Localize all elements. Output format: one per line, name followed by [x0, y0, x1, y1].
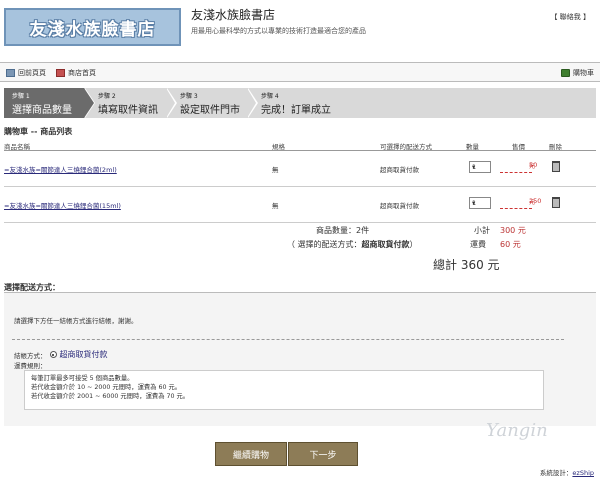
header-delete: 刪除: [549, 143, 562, 151]
product-name-link[interactable]: =友淺水族=關節達人三燒鋰合菌(2ml): [4, 164, 117, 174]
shipping-rule-label: 運費規則：: [14, 362, 47, 370]
header-price: 售價: [512, 143, 525, 151]
header-qty: 數量: [466, 143, 479, 151]
shipping-rule-line: 每筆訂單最多可接受 5 個商品數量。: [31, 375, 134, 382]
cart-link[interactable]: 購物車: [561, 68, 594, 78]
chevron-down-icon: ▾: [472, 163, 476, 171]
step-4: 步驟 4 完成！訂單成立: [253, 88, 343, 118]
shipping-label: 運費: [470, 240, 486, 249]
shop-slogan: 用最用心最科學的方式以專業的技術打造最適合您的產品: [191, 27, 366, 35]
cart-table: 商品名稱 規格 可選擇的配送方式 數量 售價 刪除 =友淺水族=關節達人三燒鋰合…: [4, 139, 596, 223]
step-3-title: 設定取件門市: [180, 105, 240, 116]
shipping-rule-line: 若代收金額介於 10 ~ 2000 元間時，運費為 60 元。: [31, 384, 182, 391]
product-spec: 無: [272, 202, 279, 210]
ship-method-suffix: ）: [409, 240, 418, 249]
payment-method-radio[interactable]: [49, 351, 57, 358]
step-2: 步驟 2 填寫取件資訊: [90, 88, 168, 118]
product-spec: 無: [272, 166, 279, 174]
trash-icon[interactable]: [552, 197, 560, 208]
shop-title: 友淺水族臉書店: [191, 8, 276, 22]
cart-icon: [561, 69, 570, 77]
chevron-down-icon: ▾: [472, 199, 476, 207]
continue-shopping-button[interactable]: 繼續購物: [215, 442, 287, 466]
price-value: 250 元: [500, 197, 541, 209]
next-step-button[interactable]: 下一步: [288, 442, 358, 466]
shipping-panel: 請選擇下方任一結帳方式進行結帳，謝謝。 結帳方式： 超商取貨付款 運費規則： 每…: [4, 292, 596, 426]
quantity-select[interactable]: 1 ▾: [469, 161, 491, 173]
logo-text: 友淺水族臉書店: [29, 19, 156, 40]
shipping-rule-box: 每筆訂單最多可接受 5 個商品數量。 若代收金額介於 10 ~ 2000 元間時…: [24, 370, 544, 410]
price-unit: 元: [529, 163, 536, 170]
watermark: Yangin: [486, 420, 548, 441]
product-pay-method: 超商取貨付款: [380, 166, 419, 174]
ship-method-value: 超商取貨付款: [361, 240, 410, 249]
footer-credit: 系統設計：ezShip: [540, 467, 594, 477]
shop-icon: [56, 69, 65, 77]
product-name-link[interactable]: =友淺水族=關節達人三燒鋰合菌(15ml): [4, 200, 121, 210]
ship-method-prefix: （ 選擇的配送方式：: [287, 240, 362, 249]
shop-home-link[interactable]: 商店首頁: [56, 68, 96, 78]
header-spec: 規格: [272, 143, 285, 151]
step-2-number: 步驟 2: [98, 93, 116, 100]
step-3: 步驟 3 設定取件門市: [172, 88, 250, 118]
top-nav-bar: 回前頁頁 商店首頁 購物車: [0, 62, 600, 82]
footer-link[interactable]: ezShip: [572, 469, 594, 477]
shipping-value: 60 元: [500, 240, 521, 249]
contact-link[interactable]: 【 聯絡我 】: [551, 12, 590, 22]
step-3-number: 步驟 3: [180, 93, 198, 100]
payment-method-option[interactable]: 超商取貨付款: [60, 349, 108, 360]
shipping-note: 請選擇下方任一結帳方式進行結帳，謝謝。: [14, 317, 138, 325]
shop-home-label: 商店首頁: [68, 69, 96, 77]
payment-method-label: 結帳方式：: [14, 351, 47, 360]
price-value: 50 元: [500, 161, 537, 173]
back-icon: [6, 69, 15, 77]
selected-ship-method: （ 選擇的配送方式：超商取貨付款）: [287, 239, 418, 250]
table-row: =友淺水族=關節達人三燒鋰合菌(15ml) 無 超商取貨付款 1 ▾ 250 元: [4, 187, 596, 223]
shipping-rule-line: 若代收金額介於 2001 ~ 6000 元間時，運費為 70 元。: [31, 393, 190, 400]
footer-prefix: 系統設計：: [539, 469, 573, 477]
table-row: =友淺水族=關節達人三燒鋰合菌(2ml) 無 超商取貨付款 1 ▾ 50 元: [4, 151, 596, 187]
back-link[interactable]: 回前頁頁: [6, 68, 46, 78]
step-1-title: 選擇商品數量: [12, 105, 72, 116]
price-unit: 元: [529, 199, 536, 206]
header-pay: 可選擇的配送方式: [380, 143, 432, 151]
order-total: 總計 360 元: [433, 258, 500, 272]
cart-table-header: 商品名稱 規格 可選擇的配送方式 數量 售價 刪除: [4, 139, 596, 151]
header-name: 商品名稱: [4, 143, 30, 151]
quantity-select[interactable]: 1 ▾: [469, 197, 491, 209]
checkout-steps: 步驟 1 選擇商品數量 步驟 2 填寫取件資訊 步驟 3 設定取件門市 步驟 4…: [4, 88, 596, 118]
subtotal-value: 300 元: [500, 226, 526, 235]
cart-section-title: 購物車 -- 商品列表: [4, 127, 73, 136]
step-2-title: 填寫取件資訊: [98, 105, 158, 116]
cart-label: 購物車: [573, 69, 594, 77]
step-4-number: 步驟 4: [261, 93, 279, 100]
item-count: 商品數量：2件: [316, 226, 370, 235]
subtotal-label: 小計: [474, 226, 490, 235]
trash-icon[interactable]: [552, 161, 560, 172]
step-1-number: 步驟 1: [12, 93, 30, 100]
shop-logo[interactable]: 友淺水族臉書店: [4, 8, 181, 46]
step-4-title: 完成！訂單成立: [261, 105, 331, 116]
back-label: 回前頁頁: [18, 69, 46, 77]
payment-method-row: 結帳方式： 超商取貨付款: [14, 349, 108, 360]
divider: [12, 339, 564, 340]
step-1: 步驟 1 選擇商品數量: [4, 88, 84, 118]
product-pay-method: 超商取貨付款: [380, 202, 419, 210]
